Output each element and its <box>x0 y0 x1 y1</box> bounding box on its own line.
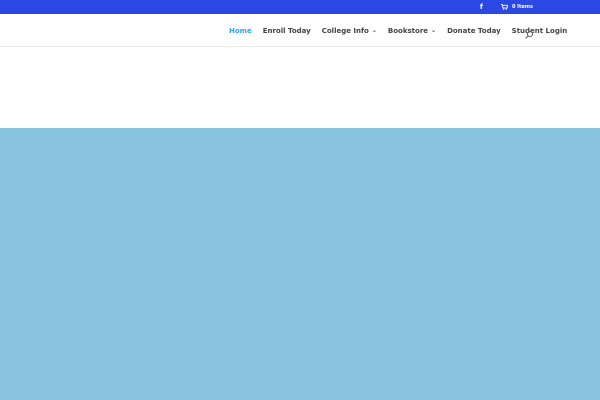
nav-item-label: Enroll Today <box>262 26 311 35</box>
nav-item-college-info[interactable]: College Info ⌄ <box>322 27 377 35</box>
chevron-down-icon: ⌄ <box>371 27 377 34</box>
hero-section <box>0 128 600 400</box>
nav-item-enroll-today[interactable]: Enroll Today <box>263 27 311 35</box>
nav-item-label: College Info <box>321 26 369 35</box>
facebook-icon[interactable]: f <box>480 0 483 14</box>
nav-item-label: Student Login <box>511 26 568 35</box>
nav-item-student-login[interactable]: Student Login <box>512 27 568 35</box>
nav-item-label: Bookstore <box>387 26 429 35</box>
main-header: Home Enroll Today College Info ⌄ Booksto… <box>0 14 600 47</box>
nav-item-donate-today[interactable]: Donate Today <box>447 27 501 35</box>
nav-item-bookstore[interactable]: Bookstore ⌄ <box>388 27 436 35</box>
cart-link[interactable]: 0 Items <box>500 0 533 14</box>
chevron-down-icon: ⌄ <box>431 27 437 34</box>
search-icon[interactable] <box>524 25 534 39</box>
nav-item-label: Donate Today <box>447 26 501 35</box>
top-bar: f 0 Items <box>0 0 600 14</box>
nav-item-home[interactable]: Home <box>229 27 252 35</box>
shopping-cart-icon <box>500 4 508 10</box>
cart-label: 0 Items <box>511 4 533 10</box>
nav-item-label: Home <box>229 26 252 35</box>
